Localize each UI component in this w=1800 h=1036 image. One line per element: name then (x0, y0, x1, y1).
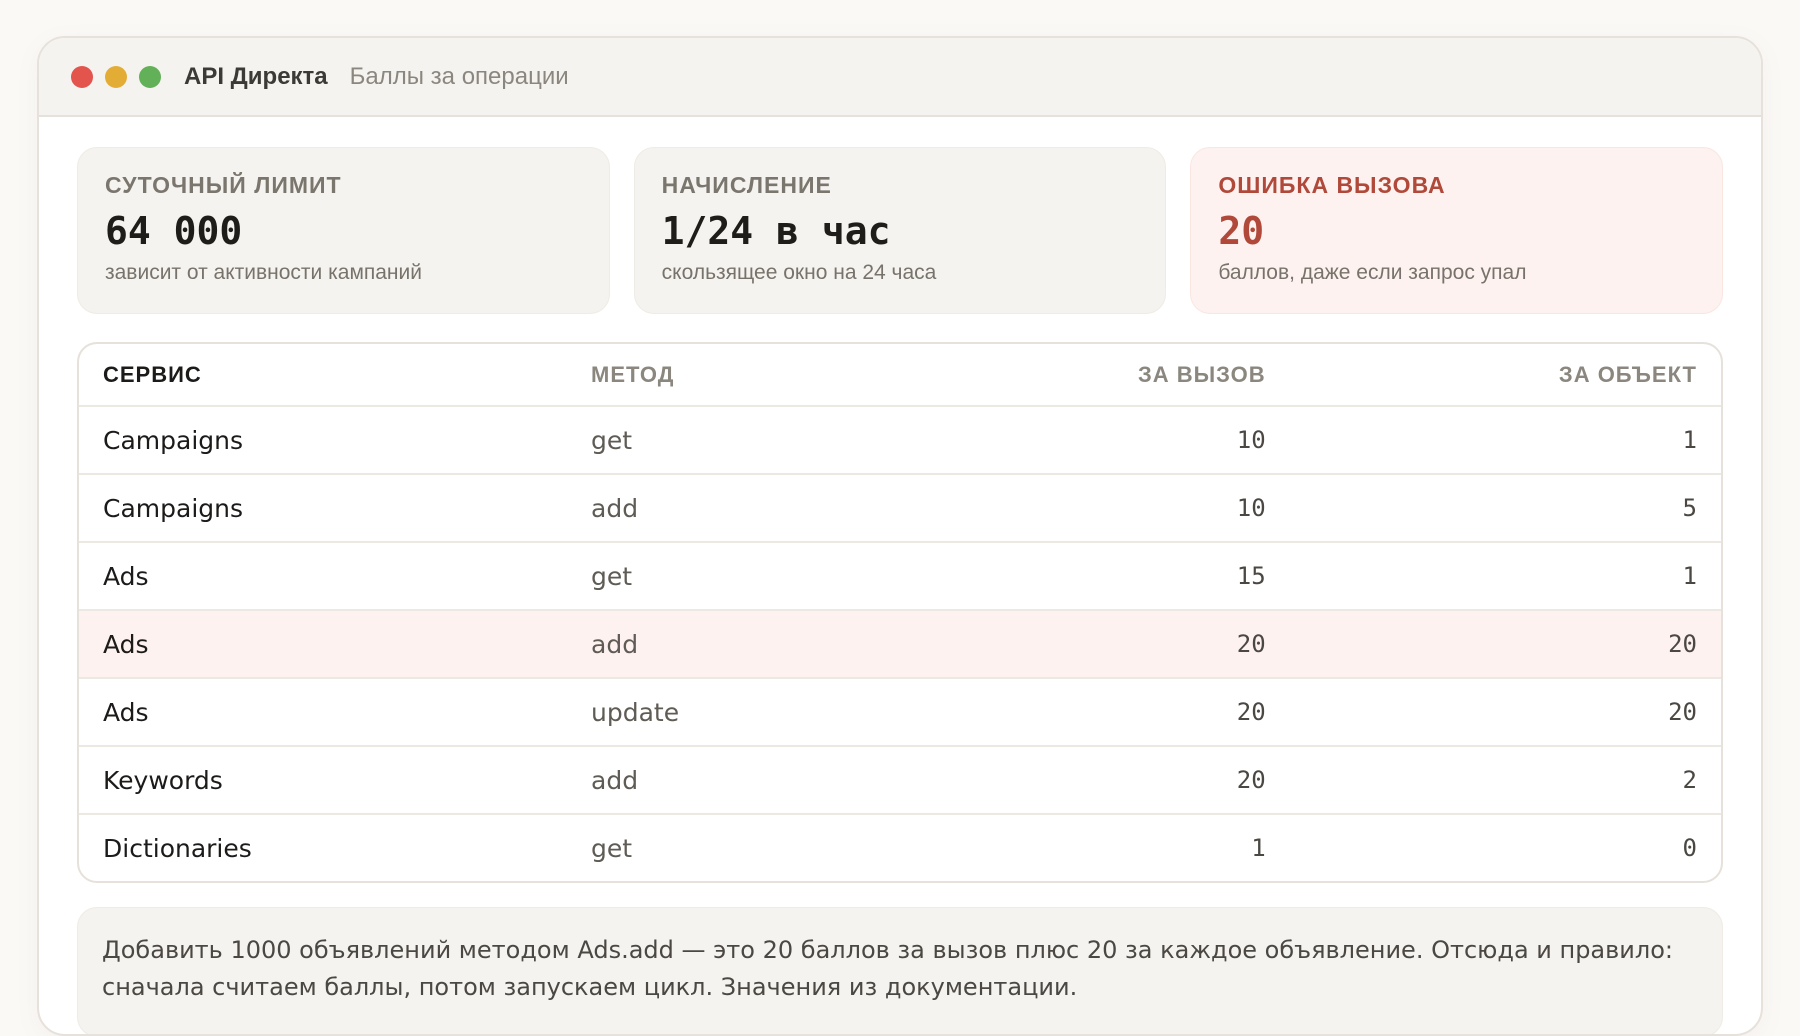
info-note: Добавить 1000 объявлений методом Ads.add… (77, 907, 1723, 1034)
summary-cards: СУТОЧНЫЙ ЛИМИТ 64 000 зависит от активно… (77, 147, 1724, 314)
card-label: СУТОЧНЫЙ ЛИМИТ (105, 172, 342, 198)
cell-per-object: 2 (1289, 746, 1721, 815)
table-header-row: СЕРВИС МЕТОД ЗА ВЫЗОВ ЗА ОБЪЕКТ (79, 344, 1721, 407)
header-service: СЕРВИС (79, 344, 567, 407)
close-window-button[interactable] (71, 65, 93, 88)
header-per-call: ЗА ВЫЗОВ (882, 344, 1290, 407)
table-row: Campaigns add 10 5 (79, 474, 1721, 543)
cell-per-object: 1 (1289, 406, 1721, 475)
cell-per-call: 15 (882, 542, 1290, 611)
cell-per-call: 10 (882, 406, 1290, 475)
cell-method: get (567, 542, 883, 611)
cell-per-call: 1 (1251, 834, 1266, 862)
card-caption: зависит от активности кампаний (105, 261, 422, 284)
cell-per-object: 20 (1289, 610, 1721, 679)
table-row: Dictionaries get 1 0 (79, 814, 1721, 881)
cell-per-call: 10 (882, 474, 1290, 543)
cell-service: Campaigns (79, 474, 567, 543)
card-label: НАЧИСЛЕНИЕ (661, 172, 832, 198)
card-label: ОШИБКА ВЫЗОВА (1218, 172, 1446, 198)
cell-method: add (567, 474, 883, 543)
cell-per-object: 20 (1289, 678, 1721, 747)
table-row: Ads get 15 1 (79, 542, 1721, 611)
cell-per-call: 20 (882, 678, 1290, 747)
cell-service: Ads (79, 678, 567, 747)
cell-method: get (591, 833, 633, 863)
table-row: Keywords add 20 2 (79, 746, 1721, 815)
card-value: 20 (1218, 209, 1265, 253)
title-bar: API Директа Баллы за операции (39, 38, 1761, 117)
cell-service: Ads (79, 610, 567, 679)
cell-per-object: 5 (1289, 474, 1721, 543)
cell-method: add (567, 610, 883, 679)
cell-method: update (567, 678, 883, 747)
cell-method: add (567, 746, 883, 815)
cell-per-object: 1 (1289, 542, 1721, 611)
daily-limit-card: СУТОЧНЫЙ ЛИМИТ 64 000 зависит от активно… (77, 147, 610, 314)
cell-per-call: 20 (882, 746, 1290, 815)
header-method: МЕТОД (567, 344, 883, 407)
card-value: 1/24 в час (661, 209, 891, 253)
app-window: API Директа Баллы за операции СУТОЧНЫЙ Л… (37, 36, 1763, 1036)
cell-service: Campaigns (79, 406, 567, 475)
card-caption: скользящее окно на 24 часа (661, 261, 937, 284)
cell-service: Dictionaries (103, 833, 252, 863)
cell-service: Keywords (79, 746, 567, 815)
table-row: Campaigns get 10 1 (79, 406, 1721, 475)
accrual-card: НАЧИСЛЕНИЕ 1/24 в час скользящее окно на… (633, 147, 1167, 314)
call-error-card: ОШИБКА ВЫЗОВА 20 баллов, даже если запро… (1190, 147, 1724, 314)
maximize-window-button[interactable] (139, 65, 161, 88)
points-table: СЕРВИС МЕТОД ЗА ВЫЗОВ ЗА ОБЪЕКТ Campaign… (77, 342, 1723, 883)
header-per-object: ЗА ОБЪЕКТ (1289, 344, 1721, 407)
cell-per-object: 0 (1682, 834, 1697, 862)
cell-per-call: 20 (882, 610, 1290, 679)
table-row-highlighted: Ads add 20 20 (79, 610, 1721, 679)
main-content: СУТОЧНЫЙ ЛИМИТ 64 000 зависит от активно… (39, 117, 1761, 1034)
table-row: Ads update 20 20 (79, 678, 1721, 747)
app-title: API Директа (184, 62, 328, 90)
cell-method: get (567, 406, 883, 475)
cell-service: Ads (79, 542, 567, 611)
card-caption: баллов, даже если запрос упал (1218, 261, 1527, 284)
minimize-window-button[interactable] (105, 65, 127, 88)
card-value: 64 000 (105, 209, 243, 253)
app-subtitle: Баллы за операции (349, 62, 569, 90)
